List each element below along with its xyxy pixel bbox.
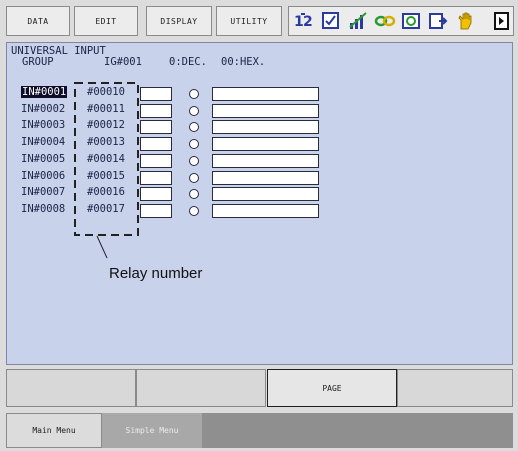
utility-menu-button[interactable]: UTILITY [216,6,282,36]
edit-menu-button[interactable]: EDIT [74,6,138,36]
next-icon[interactable] [490,10,513,32]
main-menu-button[interactable]: Main Menu [6,413,102,448]
bottom-bar: Main Menu Simple Menu [6,413,513,448]
signal-icon[interactable] [347,10,370,32]
svg-text:2: 2 [303,14,313,30]
function-key-4[interactable] [397,369,513,407]
relay-number-callout: Relay number [109,265,203,282]
hand-icon[interactable] [454,10,477,32]
check-icon[interactable] [320,10,343,32]
simple-menu-button[interactable]: Simple Menu [102,413,202,448]
function-key-row: PAGE [6,369,513,407]
display-menu-button[interactable]: DISPLAY [146,6,212,36]
status-icon-strip: 12 [288,6,514,36]
function-key-1[interactable] [6,369,136,407]
function-key-2[interactable] [136,369,266,407]
link-icon[interactable] [373,10,396,32]
output-icon[interactable] [427,10,450,32]
page-button[interactable]: PAGE [267,369,397,407]
monitor-icon[interactable] [400,10,423,32]
universal-input-panel: UNIVERSAL INPUT GROUP IG#001 0:DEC. 00:H… [6,42,513,365]
pendant-screen: DATA EDIT DISPLAY UTILITY 12 UNIVERSAL I… [0,0,518,451]
relay-number-callout-outline [74,82,139,259]
menu-bar: DATA EDIT DISPLAY UTILITY 12 [6,6,514,36]
mode-switch-icon[interactable]: 12 [293,10,316,32]
data-menu-button[interactable]: DATA [6,6,70,36]
